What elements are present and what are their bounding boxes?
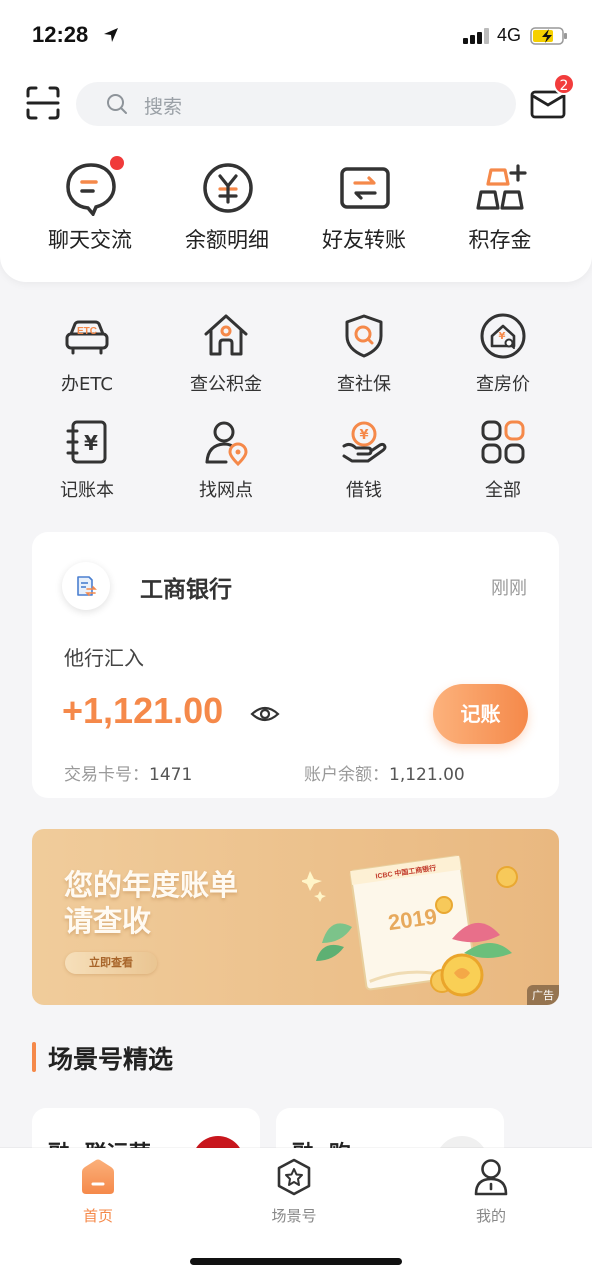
record-button[interactable]: 记账 — [433, 684, 528, 744]
borrow-money-icon: ¥ — [342, 421, 387, 463]
yuan-circle-icon — [203, 163, 253, 213]
all-apps-icon — [481, 420, 525, 464]
battery-charging-icon — [530, 27, 567, 45]
location-arrow-icon — [104, 28, 118, 42]
annual-bill-banner[interactable]: 您的年度账单 请查收 立即查看 ICBC 中国工商银行 2019 广告 — [32, 829, 559, 1005]
nav-scene[interactable]: 场景号 — [234, 1158, 354, 1228]
gold-bars-icon — [476, 164, 527, 210]
service-etc-label: 办ETC — [61, 374, 113, 395]
balance-label: 账户余额： — [304, 765, 389, 785]
profile-icon — [474, 1159, 508, 1196]
ad-tag: 广告 — [527, 985, 559, 1005]
etc-car-icon: ETC — [65, 320, 109, 355]
service-find-branch-label: 找网点 — [199, 480, 253, 501]
service-housing-fund-label: 查公积金 — [190, 374, 262, 395]
gold-save-label: 积存金 — [468, 228, 532, 252]
service-house-price[interactable]: ¥ 查房价 — [438, 312, 568, 406]
transaction-notification-card[interactable]: 工商银行 刚刚 他行汇入 +1,121.00 记账 交易卡号：1471 账户余额… — [32, 532, 559, 798]
status-time: 12:28 — [32, 22, 89, 47]
bank-icon — [62, 562, 110, 610]
service-borrow[interactable]: ¥ 借钱 — [299, 418, 429, 512]
service-all-label: 全部 — [485, 480, 521, 501]
bill-icon — [77, 576, 97, 596]
section-accent-bar — [32, 1042, 36, 1072]
search-icon — [107, 94, 127, 114]
house-fund-icon — [204, 314, 248, 356]
svg-text:¥: ¥ — [359, 428, 368, 443]
banner-title-line2: 请查收 — [64, 904, 152, 938]
service-borrow-label: 借钱 — [346, 480, 382, 501]
transfer-label: 好友转账 — [322, 228, 406, 252]
card-number-label: 交易卡号： — [64, 765, 149, 785]
account-balance-row: 账户余额：1,121.00 — [304, 760, 465, 785]
gold-save-action[interactable]: 积存金 — [440, 160, 560, 260]
account-balance: 1,121.00 — [389, 765, 465, 785]
ledger-book-icon: ¥ — [66, 420, 107, 464]
chat-action[interactable]: 聊天交流 — [30, 156, 150, 260]
status-bar: 12:28 4G — [0, 0, 592, 70]
service-social-security[interactable]: 查社保 — [299, 312, 429, 406]
network-type: 4G — [497, 25, 522, 45]
calendar-illustration: ICBC 中国工商银行 2019 — [302, 855, 518, 997]
service-housing-fund[interactable]: 查公积金 — [161, 312, 291, 406]
star-hexagon-icon — [277, 1158, 311, 1196]
nav-home[interactable]: 首页 — [38, 1158, 158, 1228]
service-ledger[interactable]: ¥ 记账本 — [22, 418, 152, 512]
home-indicator — [190, 1258, 402, 1265]
house-price-icon: ¥ — [480, 313, 526, 359]
svg-text:¥: ¥ — [499, 331, 506, 342]
search-input[interactable]: 搜索 — [76, 82, 516, 126]
bank-name: 工商银行 — [140, 577, 232, 603]
card-number-row: 交易卡号：1471 — [64, 760, 192, 785]
service-social-security-label: 查社保 — [337, 374, 391, 395]
mail-badge: 2 — [553, 73, 575, 95]
balance-detail-action[interactable]: 余额明细 — [167, 160, 287, 260]
unread-dot — [110, 156, 124, 170]
branch-location-icon — [205, 421, 248, 466]
social-security-shield-icon — [345, 314, 383, 358]
banner-title: 您的年度账单 请查收 — [64, 867, 238, 939]
home-icon — [82, 1159, 114, 1194]
svg-text:¥: ¥ — [84, 431, 98, 455]
card-number: 1471 — [149, 765, 193, 785]
service-all[interactable]: 全部 — [438, 418, 568, 512]
transfer-action[interactable]: 好友转账 — [304, 160, 424, 260]
nav-mine-label: 我的 — [475, 1207, 506, 1225]
transaction-amount: +1,121.00 — [62, 690, 224, 731]
balance-detail-label: 余额明细 — [185, 228, 269, 252]
chat-label: 聊天交流 — [48, 228, 132, 252]
banner-view-button[interactable]: 立即查看 — [65, 952, 157, 974]
service-house-price-label: 查房价 — [476, 374, 530, 395]
signal-icon — [463, 28, 489, 44]
service-etc[interactable]: ETC 办ETC — [22, 312, 152, 406]
notification-time: 刚刚 — [491, 578, 527, 599]
scan-icon[interactable] — [26, 86, 60, 120]
nav-mine[interactable]: 我的 — [431, 1158, 551, 1228]
service-ledger-label: 记账本 — [60, 480, 114, 501]
eye-icon[interactable] — [250, 704, 280, 724]
svg-text:ETC: ETC — [77, 326, 97, 337]
search-placeholder: 搜索 — [144, 96, 183, 118]
transfer-icon — [340, 167, 390, 209]
section-title: 场景号精选 — [48, 1045, 174, 1074]
transaction-type: 他行汇入 — [64, 646, 144, 670]
nav-scene-label: 场景号 — [271, 1207, 317, 1225]
service-find-branch[interactable]: 找网点 — [161, 418, 291, 512]
nav-home-label: 首页 — [82, 1207, 113, 1225]
chat-icon — [66, 163, 116, 216]
banner-title-line1: 您的年度账单 — [64, 868, 239, 902]
